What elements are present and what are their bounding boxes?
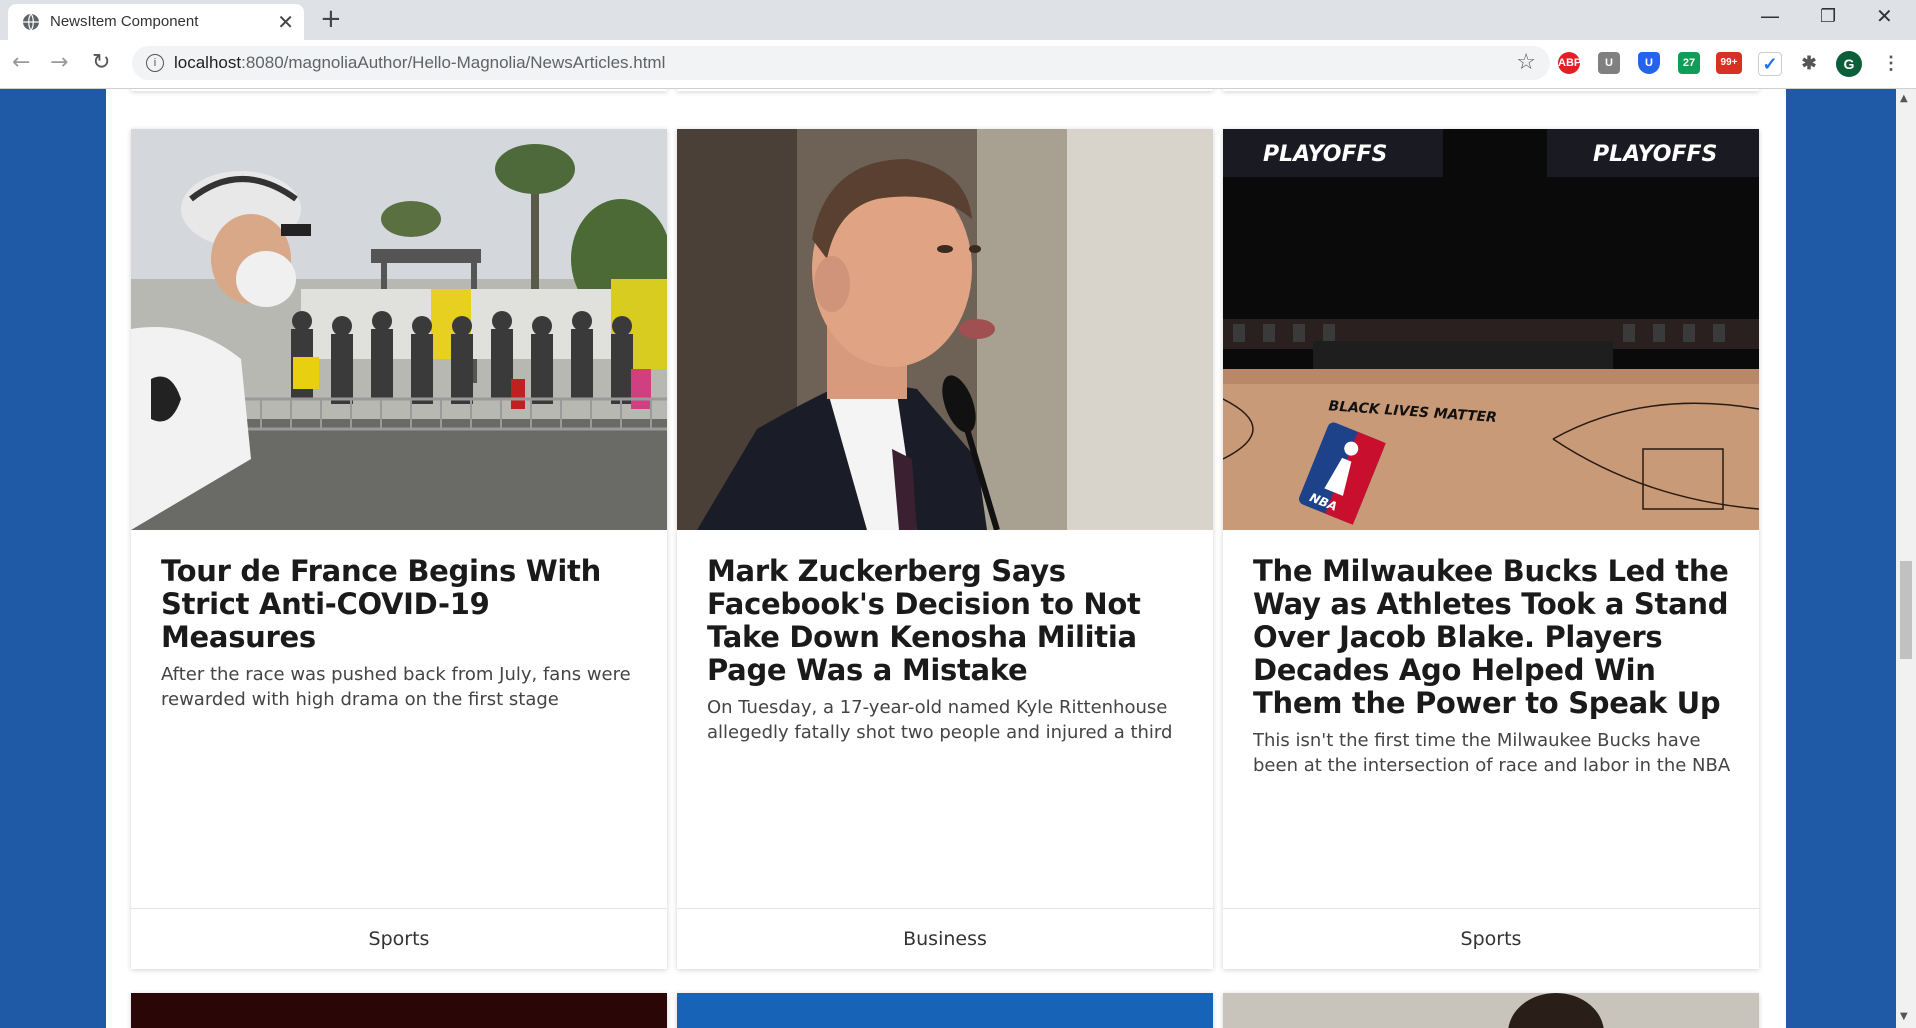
cyclist-photo [131,129,667,530]
scroll-down-arrow-icon[interactable]: ▼ [1900,1011,1908,1022]
ublock-icon[interactable]: U [1598,52,1620,74]
news-card[interactable]: Mark Zuckerberg Says Facebook's Decision… [677,129,1213,969]
next-card-photo [1508,993,1604,1028]
mail-badge-icon[interactable]: 99+ [1716,52,1742,74]
restore-icon[interactable]: ❐ [1820,6,1836,27]
bookmark-star-icon[interactable]: ☆ [1516,50,1536,75]
close-tab-icon[interactable]: ✕ [277,10,294,34]
zuckerberg-photo [677,129,1213,530]
news-card-body: Mark Zuckerberg Says Facebook's Decision… [707,555,1187,745]
playoffs-banner-right: PLAYOFFS [1593,142,1717,167]
news-card-image[interactable] [677,129,1213,530]
profile-avatar[interactable]: G [1836,51,1862,77]
page-scrollbar[interactable]: ▲ ▼ [1896,89,1916,1028]
news-card-title[interactable]: Tour de France Begins With Strict Anti-C… [161,555,641,654]
shield-extension-icon[interactable]: U [1638,52,1660,74]
playoffs-banner-left: PLAYOFFS [1263,142,1387,167]
calendar-extension-icon[interactable]: 27 [1678,52,1700,74]
news-card-description: On Tuesday, a 17-year-old named Kyle Rit… [707,697,1173,743]
news-card-title[interactable]: Mark Zuckerberg Says Facebook's Decision… [707,555,1187,687]
info-icon[interactable]: i [146,54,164,72]
browser-tab-strip: NewsItem Component ✕ + — ❐ ✕ [0,0,1916,40]
page-viewport: Tour de France Begins With Strict Anti-C… [0,89,1916,1028]
news-card-image[interactable]: PLAYOFFS PLAYOFFS BLACK LIVES MATTER NBA [1223,129,1759,530]
news-card-category[interactable]: Sports [1223,908,1759,969]
url-text[interactable]: localhost:8080/magnoliaAuthor/Hello-Magn… [174,53,665,73]
news-card-image[interactable] [131,129,667,530]
news-card-body: Tour de France Begins With Strict Anti-C… [161,555,641,712]
url-path: :8080/magnoliaAuthor/Hello-Magnolia/News… [241,53,666,72]
news-card-category[interactable]: Business [677,908,1213,969]
minimize-icon[interactable]: — [1760,4,1780,28]
news-card-description: After the race was pushed back from July… [161,664,631,710]
forward-arrow-icon[interactable]: → [50,50,68,75]
nba-court-photo: PLAYOFFS PLAYOFFS BLACK LIVES MATTER NBA [1223,129,1759,530]
tab-title: NewsItem Component [50,13,199,30]
news-card-body: The Milwaukee Bucks Led the Way as Athle… [1253,555,1733,778]
news-card[interactable]: Tour de France Begins With Strict Anti-C… [131,129,667,969]
browser-toolbar: ← → ↻ i localhost:8080/magnoliaAuthor/He… [0,40,1916,89]
news-card-description: This isn't the first time the Milwaukee … [1253,730,1731,776]
page-container: Tour de France Begins With Strict Anti-C… [106,89,1786,1028]
scroll-up-arrow-icon[interactable]: ▲ [1900,93,1908,104]
new-tab-button[interactable]: + [320,4,342,34]
adblock-plus-icon[interactable]: ABP [1558,52,1581,74]
next-card-1[interactable] [131,993,667,1028]
puzzle-extensions-icon[interactable]: ✱ [1798,52,1820,74]
close-window-icon[interactable]: ✕ [1876,4,1893,28]
reload-icon[interactable]: ↻ [92,50,110,75]
news-card-title[interactable]: The Milwaukee Bucks Led the Way as Athle… [1253,555,1733,720]
next-card-2[interactable] [677,993,1213,1028]
previous-card-3 [1223,89,1759,91]
news-card[interactable]: PLAYOFFS PLAYOFFS BLACK LIVES MATTER NBA… [1223,129,1759,969]
back-arrow-icon[interactable]: ← [12,50,30,75]
previous-card-2 [677,89,1213,91]
url-host: localhost [174,53,242,72]
checklist-extension-icon[interactable]: ✓ [1758,52,1782,76]
more-menu-icon[interactable]: ⋮ [1880,52,1902,74]
previous-card-1 [131,89,667,91]
scrollbar-thumb[interactable] [1900,561,1912,659]
address-bar[interactable]: i localhost:8080/magnoliaAuthor/Hello-Ma… [132,46,1550,80]
next-card-3[interactable] [1223,993,1759,1028]
globe-icon [23,13,39,31]
news-card-category[interactable]: Sports [131,908,667,969]
browser-tab[interactable]: NewsItem Component ✕ [8,4,304,40]
